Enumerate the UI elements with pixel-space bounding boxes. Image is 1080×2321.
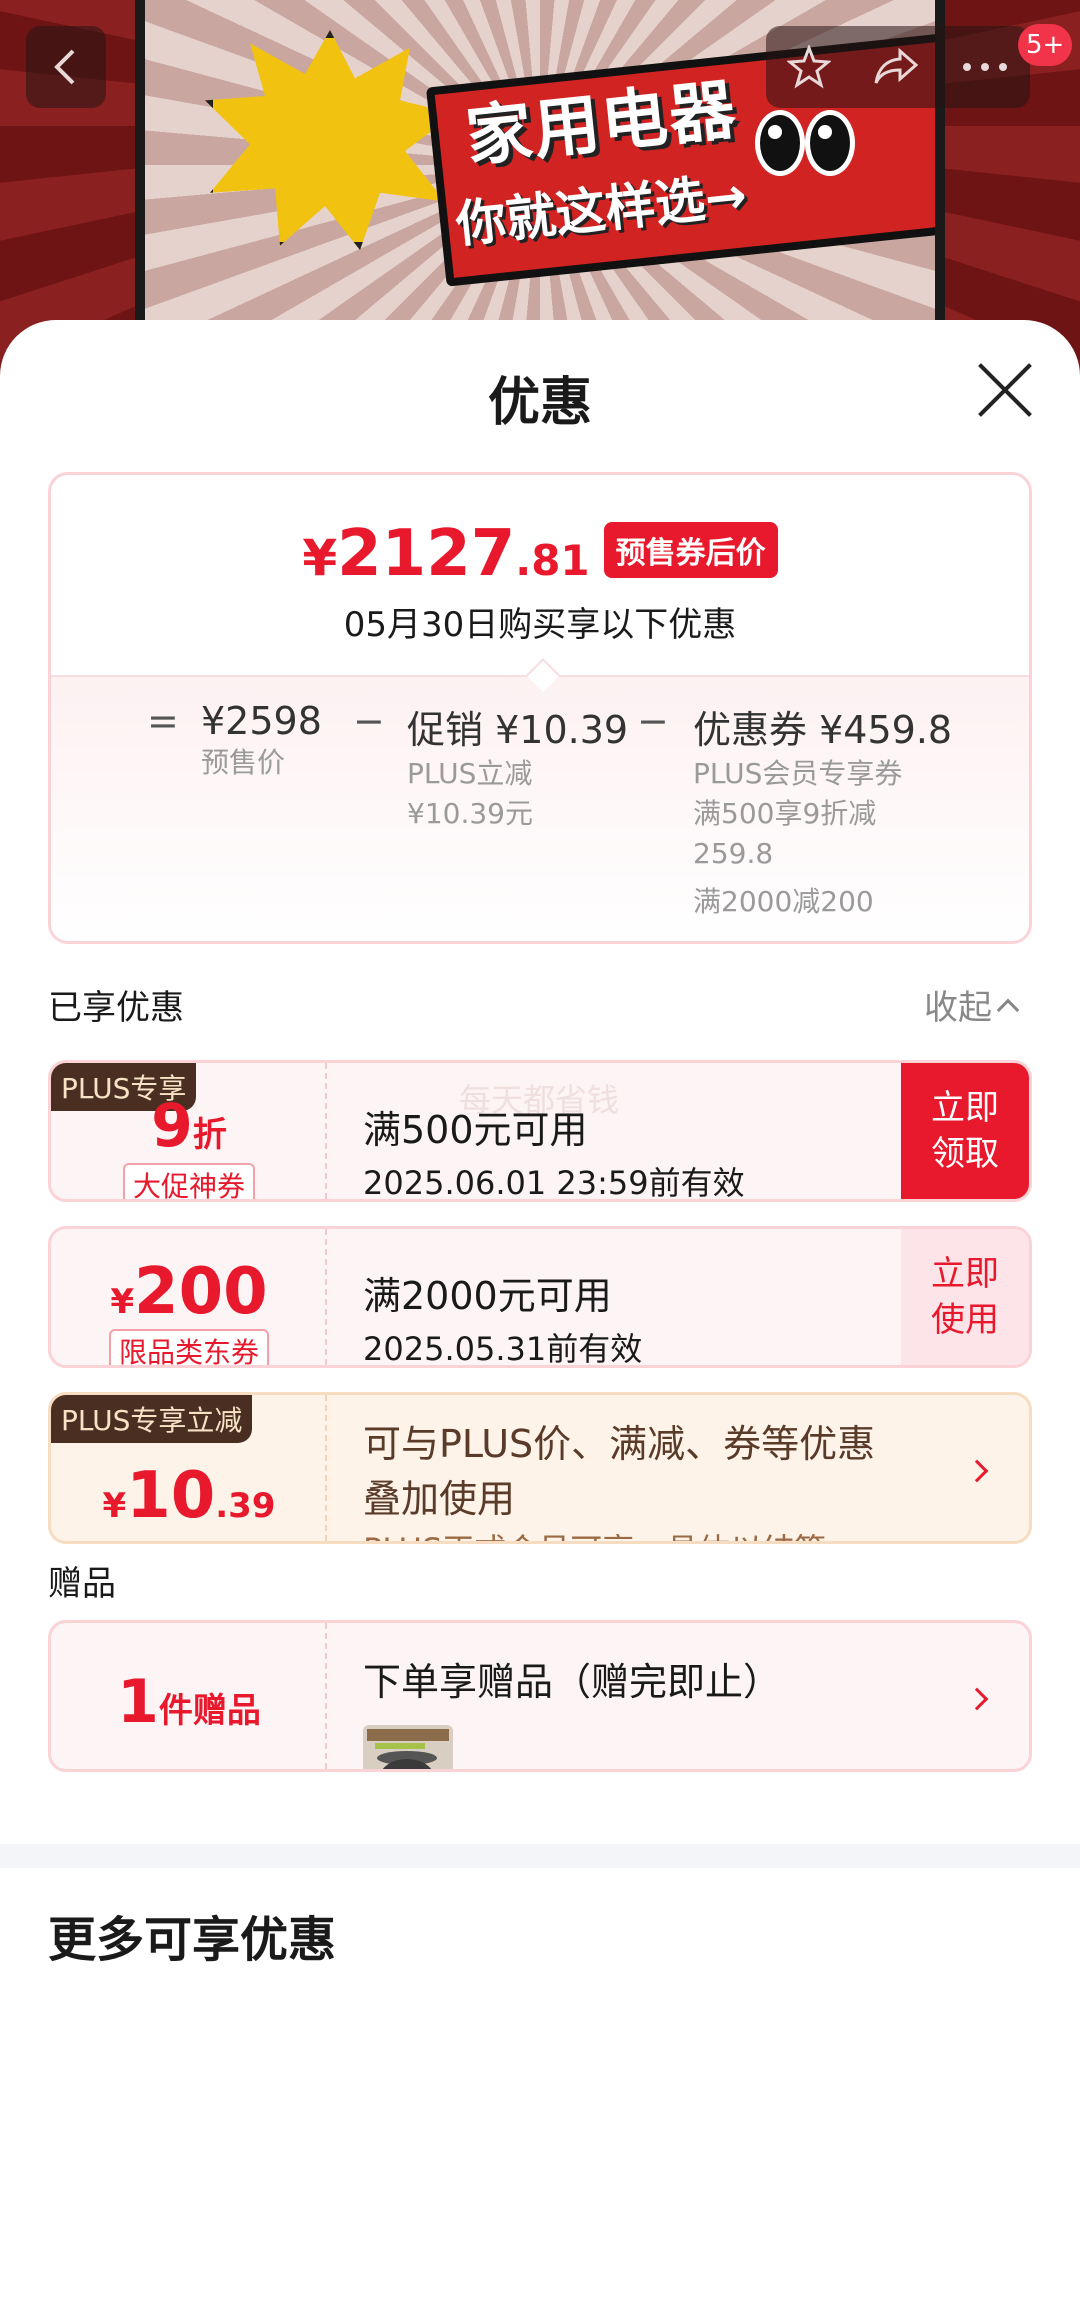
back-button[interactable] <box>26 26 106 108</box>
collapse-label: 收起 <box>924 988 992 1028</box>
star-icon[interactable] <box>786 45 831 89</box>
plus-note: PLUS正式会员可享，具体以结算… <box>363 1525 875 1541</box>
presale-value: ¥2598 <box>201 699 322 743</box>
chevron-left-icon <box>54 49 75 85</box>
notification-badge: 5+ <box>1018 24 1073 66</box>
burst-shape <box>205 30 455 250</box>
minus-sign: − <box>637 699 669 743</box>
amount-number: 200 <box>134 1255 268 1329</box>
claim-label: 立即领取 <box>931 1088 999 1174</box>
promo-line: PLUS立减 <box>407 757 533 790</box>
coupon-line: 满2000减200 <box>693 885 874 918</box>
plus-info: 可与PLUS价、满减、券等优惠 叠加使用 PLUS正式会员可享，具体以结算… <box>363 1413 876 1541</box>
chevron-up-icon <box>996 998 1020 1021</box>
price-summary-card: ¥ 2127 .81 预售券后价 05月30日购买享以下优惠 = ¥2598 预… <box>48 472 1032 944</box>
coupon-value-area: ¥200 限品类东券 <box>51 1229 327 1365</box>
gift-count-number: 1 <box>117 1667 159 1737</box>
equals-sign: = <box>147 699 179 743</box>
coupon-line: 满500享9折减 <box>693 797 877 830</box>
promo-column: 促销 ¥10.39 PLUS立减 ¥10.39元 <box>407 699 628 834</box>
gift-section-label: 赠品 <box>48 1564 116 1604</box>
plus-value-area: PLUS专享立减 ¥10.39 <box>51 1395 327 1541</box>
price-tag: 预售券后价 <box>603 522 778 578</box>
price-symbol: ¥ <box>302 529 338 587</box>
presale-label: 预售价 <box>201 746 286 779</box>
gift-title: 下单享赠品（赠完即止） <box>363 1660 782 1704</box>
promo-value: ¥10.39 <box>495 708 629 752</box>
gift-count-unit: 件赠品 <box>158 1691 261 1731</box>
amount-decimal: .39 <box>215 1486 276 1526</box>
coupon-type-label: 限品类东券 <box>108 1329 269 1365</box>
coupon-validity: 2025.05.31前有效 <box>363 1330 643 1368</box>
currency-symbol: ¥ <box>110 1282 135 1322</box>
coupon-condition: 满500元可用 <box>363 1108 588 1152</box>
more-icon[interactable] <box>961 61 1009 73</box>
coupon-discount: 9折 <box>51 1091 327 1161</box>
coupon-value: ¥459.8 <box>819 708 953 752</box>
discount-sheet: 优惠 ¥ 2127 .81 预售券后价 05月30日购买享以下优惠 = ¥259… <box>0 320 1080 2321</box>
coupon-line: PLUS会员专享券 <box>693 757 903 790</box>
chevron-right-icon <box>965 1687 989 1711</box>
eye-icon <box>755 110 805 176</box>
gift-thumbnail[interactable] <box>363 1725 453 1769</box>
coupon-value-area: PLUS专享 9折 大促神券 <box>51 1063 327 1199</box>
presale-column: ¥2598 预售价 <box>201 699 322 783</box>
coupon-amount: ¥200 <box>51 1255 327 1329</box>
coupon-info: 满500元可用 2025.06.01 23:59前有效 <box>363 1099 745 1202</box>
top-actions <box>766 26 1030 108</box>
chevron-right-icon <box>965 1459 989 1483</box>
gift-count-area: 1件赠品 <box>51 1623 327 1769</box>
coupon-type: 限品类东券 <box>51 1329 327 1365</box>
enjoyed-section-label: 已享优惠 <box>48 988 184 1028</box>
coupon-validity: 2025.06.01 23:59前有效 <box>363 1164 745 1202</box>
collapse-toggle[interactable]: 收起 <box>924 980 1020 1029</box>
gift-card[interactable]: 1件赠品 下单享赠品（赠完即止） <box>48 1620 1032 1772</box>
discount-number: 9 <box>151 1091 193 1161</box>
price-integer: 2127 <box>337 517 516 591</box>
coupon-line: 259.8 <box>693 837 774 870</box>
use-coupon-button[interactable]: 立即使用 <box>901 1229 1029 1365</box>
share-icon[interactable] <box>872 45 920 89</box>
coupon-type-label: 大促神券 <box>122 1163 255 1199</box>
coupon-column: 优惠券 ¥459.8 PLUS会员专享券 满500享9折减 259.8 满200… <box>693 699 952 922</box>
coupon-card: ¥200 限品类东券 满2000元可用 2025.05.31前有效 已领 立即使… <box>48 1226 1032 1368</box>
plus-discount-amount: ¥10.39 <box>51 1459 327 1533</box>
coupon-label: 优惠券 <box>693 708 808 752</box>
more-offers-title: 更多可享优惠 <box>48 1912 337 1968</box>
promo-line: ¥10.39元 <box>407 797 533 830</box>
promo-label: 促销 <box>407 708 484 752</box>
price-breakdown: = ¥2598 预售价 − 促销 ¥10.39 PLUS立减 ¥10.39元 −… <box>51 675 1029 941</box>
minus-sign: − <box>353 699 385 743</box>
plus-title: 可与PLUS价、满减、券等优惠 <box>363 1422 876 1466</box>
gift-info: 下单享赠品（赠完即止） <box>363 1651 781 1706</box>
coupon-info: 满2000元可用 2025.05.31前有效 <box>363 1265 643 1368</box>
plus-title: 叠加使用 <box>363 1477 516 1521</box>
section-divider <box>0 1844 1080 1868</box>
currency-symbol: ¥ <box>102 1486 127 1526</box>
amount-integer: 10 <box>126 1459 216 1533</box>
coupon-card: PLUS专享 9折 大促神券 每天都省钱 满500元可用 2025.06.01 … <box>48 1060 1032 1202</box>
gift-count: 1件赠品 <box>51 1667 327 1737</box>
discount-unit: 折 <box>192 1115 227 1155</box>
coupon-condition: 满2000元可用 <box>363 1274 612 1318</box>
final-price: ¥ 2127 .81 预售券后价 <box>51 517 1029 591</box>
price-date-note: 05月30日购买享以下优惠 <box>343 605 737 645</box>
eye-icon <box>805 110 855 176</box>
coupon-type: 大促神券 <box>51 1163 327 1199</box>
close-icon[interactable] <box>975 360 1035 420</box>
use-label: 立即使用 <box>931 1254 999 1340</box>
price-decimal: .81 <box>515 536 590 585</box>
sheet-title: 优惠 <box>487 373 592 433</box>
plus-discount-card[interactable]: PLUS专享立减 ¥10.39 可与PLUS价、满减、券等优惠 叠加使用 PLU… <box>48 1392 1032 1544</box>
plus-discount-tag: PLUS专享立减 <box>51 1395 253 1443</box>
claim-coupon-button[interactable]: 立即领取 <box>901 1063 1029 1199</box>
